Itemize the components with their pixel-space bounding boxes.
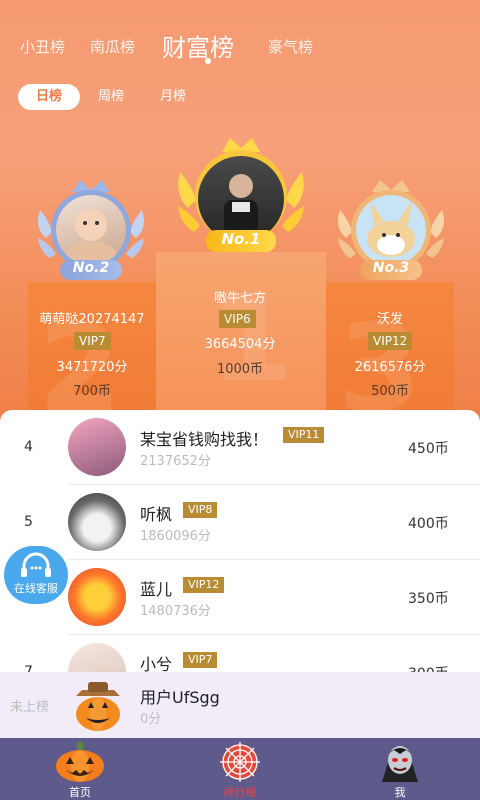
avatar[interactable] bbox=[68, 418, 126, 476]
my-rank-label: 未上榜 bbox=[10, 700, 50, 715]
nav-ranking-label: 排行榜 bbox=[223, 786, 257, 799]
list-item[interactable]: 4 某宝省钱购找我！ VIP11 2137652分 450币 bbox=[0, 410, 480, 485]
my-score: 0分 bbox=[140, 712, 162, 727]
first-name: 嗷牛七方 bbox=[213, 291, 266, 306]
tab-wealth[interactable]: 财富榜 bbox=[162, 28, 234, 63]
avatar-second[interactable] bbox=[56, 195, 126, 265]
list-item[interactable]: 6 蓝儿 VIP12 1480736分 350币 bbox=[0, 560, 480, 635]
medal-first: No.1 bbox=[172, 136, 310, 260]
user-name: 某宝省钱购找我！ bbox=[140, 430, 269, 449]
second-vip-badge: VIP7 bbox=[74, 332, 111, 350]
my-rank-bar: 未上榜 用户UfSgg 0分 bbox=[0, 672, 480, 738]
user-score: 1860096分 bbox=[140, 529, 211, 544]
nav-ranking[interactable]: 排行榜 bbox=[160, 738, 320, 800]
user-coins: 350币 bbox=[408, 591, 449, 607]
active-tab-indicator bbox=[205, 58, 211, 64]
online-service-button[interactable]: 在线客服 bbox=[4, 546, 68, 604]
vip-badge: VIP12 bbox=[183, 577, 225, 593]
rank-number: 4 bbox=[24, 439, 33, 455]
badge-no2: No.2 bbox=[60, 260, 122, 280]
period-monthly[interactable]: 月榜 bbox=[146, 84, 200, 110]
nav-me[interactable]: 我 bbox=[320, 738, 480, 800]
avatar[interactable] bbox=[68, 493, 126, 551]
user-coins: 400币 bbox=[408, 516, 449, 532]
third-coins: 500币 bbox=[371, 384, 409, 399]
period-weekly[interactable]: 周榜 bbox=[84, 84, 138, 110]
nav-me-label: 我 bbox=[394, 786, 406, 799]
bottom-navigation: 首页 排行榜 我 bbox=[0, 738, 480, 800]
spiderweb-icon bbox=[220, 742, 260, 782]
vip-badge: VIP8 bbox=[183, 502, 218, 518]
badge-no3: No.3 bbox=[360, 260, 422, 280]
badge-no1: No.1 bbox=[206, 230, 276, 252]
ranking-list[interactable]: 4 某宝省钱购找我！ VIP11 2137652分 450币 5 听枫 VIP8… bbox=[0, 410, 480, 672]
vampire-icon bbox=[382, 746, 418, 782]
pumpkin-icon bbox=[56, 742, 104, 782]
tab-pumpkin[interactable]: 南瓜榜 bbox=[90, 36, 135, 57]
user-name: 蓝儿 bbox=[140, 580, 173, 599]
avatar-third[interactable] bbox=[356, 195, 426, 265]
headset-icon bbox=[21, 552, 51, 577]
first-vip-badge: VIP6 bbox=[219, 310, 256, 328]
medal-second: No.2 bbox=[32, 178, 150, 286]
tab-generous[interactable]: 豪气榜 bbox=[268, 36, 313, 57]
rank-number: 7 bbox=[24, 664, 33, 672]
second-name: 萌萌哒20274147 bbox=[39, 312, 145, 327]
list-item[interactable]: 5 听枫 VIP8 1860096分 400币 bbox=[0, 485, 480, 560]
third-score: 2616576分 bbox=[354, 360, 426, 375]
vip-badge: VIP11 bbox=[283, 427, 325, 443]
avatar[interactable] bbox=[68, 568, 126, 626]
list-item[interactable]: 7 小兮 VIP7 300币 bbox=[0, 635, 480, 672]
second-score: 3471720分 bbox=[56, 360, 128, 375]
third-vip-badge: VIP12 bbox=[368, 332, 413, 350]
pumpkin-hat-avatar-icon bbox=[76, 682, 120, 731]
user-name: 听枫 bbox=[140, 505, 173, 524]
vip-badge: VIP7 bbox=[183, 652, 218, 668]
first-score: 3664504分 bbox=[204, 337, 276, 352]
rank-number: 5 bbox=[24, 514, 33, 530]
user-coins: 300币 bbox=[408, 663, 449, 672]
third-name: 沃发 bbox=[376, 312, 403, 327]
my-name: 用户UfSgg bbox=[140, 688, 220, 707]
first-coins: 1000币 bbox=[216, 362, 264, 377]
service-label: 在线客服 bbox=[14, 582, 58, 595]
tab-clown[interactable]: 小丑榜 bbox=[20, 36, 65, 57]
rank-type-tabs: 小丑榜 南瓜榜 财富榜 豪气榜 bbox=[0, 28, 480, 68]
nav-home[interactable]: 首页 bbox=[0, 738, 160, 800]
user-name: 小兮 bbox=[140, 655, 173, 672]
user-coins: 450币 bbox=[408, 441, 449, 457]
period-daily[interactable]: 日榜 bbox=[18, 84, 80, 110]
ranking-hero: 小丑榜 南瓜榜 财富榜 豪气榜 日榜 周榜 月榜 2 1 3 No.2 No.1… bbox=[0, 0, 480, 430]
user-score: 2137652分 bbox=[140, 454, 211, 469]
second-coins: 700币 bbox=[73, 384, 111, 399]
user-score: 1480736分 bbox=[140, 604, 211, 619]
avatar[interactable] bbox=[68, 643, 126, 672]
my-avatar[interactable] bbox=[70, 678, 126, 734]
nav-home-label: 首页 bbox=[69, 786, 91, 799]
medal-third: No.3 bbox=[332, 178, 450, 286]
